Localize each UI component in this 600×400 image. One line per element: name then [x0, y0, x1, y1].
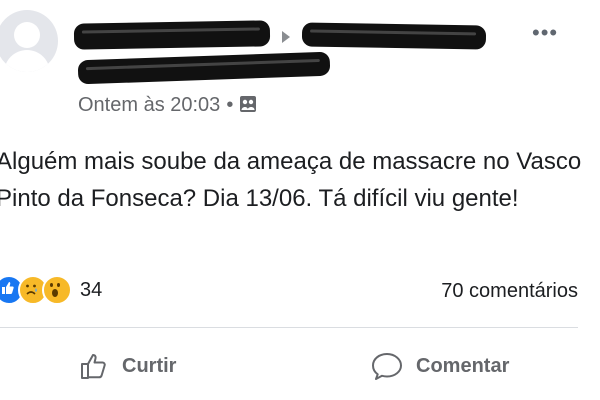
redacted-group-name: [301, 22, 487, 50]
shared-to-arrow-icon: [282, 31, 290, 43]
avatar-body-shape: [4, 50, 50, 72]
comments-count-link[interactable]: 70 comentários: [441, 280, 578, 303]
meta-separator: •: [226, 94, 234, 116]
comment-button[interactable]: Comentar: [370, 350, 509, 382]
redacted-author-name: [73, 20, 271, 50]
reactions-summary[interactable]: 34: [0, 275, 102, 305]
avatar[interactable]: [0, 10, 58, 72]
post-timestamp[interactable]: Ontem às 20:03: [78, 94, 220, 116]
wow-icon: [42, 275, 72, 305]
group-privacy-icon: [239, 95, 257, 119]
divider: [0, 327, 578, 328]
more-options-button[interactable]: •••: [532, 22, 558, 44]
comment-button-label: Comentar: [416, 354, 510, 377]
redacted-group-name-line2: [77, 51, 331, 85]
thumbs-up-icon: [81, 354, 106, 379]
avatar-head-shape: [14, 22, 40, 48]
post-text: Alguém mais soube da ameaça de massacre …: [0, 148, 582, 212]
reaction-count: 34: [80, 278, 103, 301]
like-button-label: Curtir: [122, 354, 177, 377]
post-meta: Ontem às 20:03 •: [78, 94, 257, 119]
like-button[interactable]: Curtir: [78, 350, 176, 382]
speech-bubble-icon: [372, 353, 402, 380]
